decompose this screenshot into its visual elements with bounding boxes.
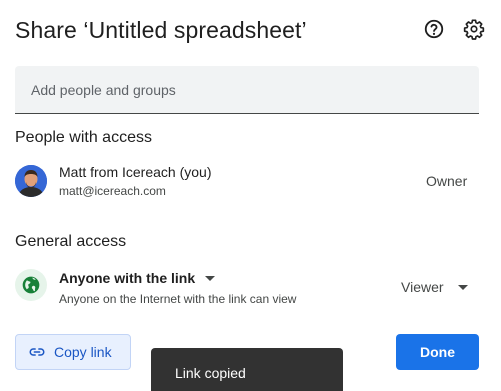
copy-link-button[interactable]: Copy link xyxy=(15,334,131,370)
help-circle-icon xyxy=(424,19,444,39)
globe-icon xyxy=(22,276,40,294)
caret-down-icon xyxy=(205,275,216,281)
help-icon[interactable] xyxy=(421,16,447,42)
done-button[interactable]: Done xyxy=(396,334,479,370)
add-people-field[interactable] xyxy=(15,66,479,114)
toast-message: Link copied xyxy=(175,365,246,381)
general-access-dropdown[interactable]: Anyone with the link xyxy=(59,268,216,288)
settings-button[interactable] xyxy=(461,16,487,42)
avatar xyxy=(15,165,47,197)
general-access-label: Anyone with the link xyxy=(59,270,196,286)
role-label: Viewer xyxy=(401,279,444,295)
person-email: matt@icereach.com xyxy=(59,184,166,198)
user-avatar-icon xyxy=(15,165,47,197)
general-access-heading: General access xyxy=(15,233,127,250)
person-name: Matt from Icereach (you) xyxy=(59,164,212,180)
dialog-title: Share ‘Untitled spreadsheet’ xyxy=(15,17,307,43)
link-icon xyxy=(29,348,45,356)
caret-down-icon xyxy=(457,284,468,290)
role-dropdown[interactable]: Viewer xyxy=(401,278,468,296)
general-access-description: Anyone on the Internet with the link can… xyxy=(59,292,297,306)
copy-link-label: Copy link xyxy=(54,344,112,360)
people-with-access-heading: People with access xyxy=(15,129,152,146)
toast-notification: Link copied xyxy=(151,348,343,391)
owner-role-label: Owner xyxy=(426,173,468,189)
gear-icon xyxy=(463,19,485,40)
add-people-input[interactable] xyxy=(15,66,479,113)
globe-icon-container xyxy=(15,269,47,301)
